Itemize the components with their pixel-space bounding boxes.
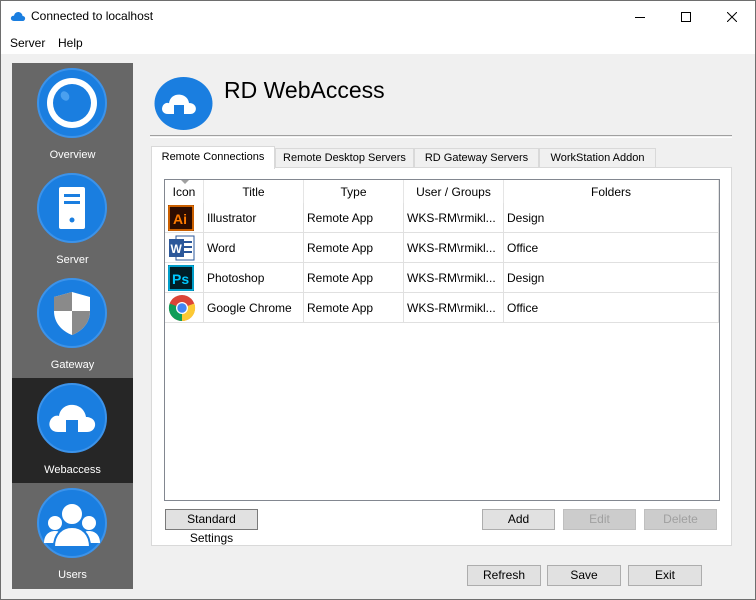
cell-type: Remote App: [304, 263, 404, 293]
column-header-label: Icon: [172, 185, 196, 199]
cell-title: Google Chrome: [204, 293, 304, 323]
cell-folders: Office: [504, 233, 719, 263]
tab-remote-desktop-servers[interactable]: Remote Desktop Servers: [275, 148, 414, 168]
tab-workstation-addon[interactable]: WorkStation Addon: [539, 148, 656, 168]
photoshop-icon: Ps: [168, 265, 194, 291]
cloud-icon: [49, 404, 96, 432]
shield-icon: [54, 292, 90, 335]
cell-type: Remote App: [304, 293, 404, 323]
sidebar: Overview Server Gateway Webaccess Users: [12, 63, 133, 589]
page-title: RD WebAccess: [224, 77, 385, 103]
table-row[interactable]: W Word Remote App WKS-RM\rmikl... Office: [165, 233, 719, 263]
connections-list[interactable]: Icon Title Type User / Groups Folders Ai…: [164, 179, 720, 501]
refresh-button[interactable]: Refresh: [467, 565, 541, 586]
column-header-folders[interactable]: Folders: [504, 180, 719, 204]
sidebar-item-server[interactable]: Server: [12, 168, 133, 273]
sidebar-item-users[interactable]: Users: [12, 483, 133, 588]
row-icon-cell: Ps: [165, 263, 204, 293]
list-header: Icon Title Type User / Groups Folders: [165, 180, 719, 204]
sort-arrow-icon: [181, 180, 189, 184]
title-bar[interactable]: Connected to localhost: [1, 1, 755, 32]
column-header-title[interactable]: Title: [204, 180, 304, 204]
tab-rd-gateway-servers[interactable]: RD Gateway Servers: [414, 148, 539, 168]
sidebar-item-label: Webaccess: [44, 464, 101, 476]
standard-settings-button[interactable]: Standard Settings: [165, 509, 258, 545]
maximize-icon: [681, 11, 691, 22]
close-button[interactable]: [709, 1, 755, 32]
remote-connections-panel: Icon Title Type User / Groups Folders Ai…: [151, 167, 732, 546]
header-divider: [150, 135, 732, 138]
server-icon: [59, 187, 85, 229]
server-circle: [37, 173, 107, 243]
row-icon-cell: W: [165, 233, 204, 263]
window-title: Connected to localhost: [31, 9, 154, 23]
cell-type: Remote App: [304, 233, 404, 263]
cell-title: Word: [204, 233, 304, 263]
minimize-button[interactable]: [617, 1, 663, 32]
chrome-icon: [168, 295, 196, 322]
tab-remote-connections[interactable]: Remote Connections: [151, 146, 275, 169]
column-header-icon[interactable]: Icon: [165, 180, 204, 204]
sidebar-item-overview[interactable]: Overview: [12, 63, 133, 168]
cell-type: Remote App: [304, 203, 404, 233]
column-header-users[interactable]: User / Groups: [404, 180, 504, 204]
row-icon-cell: [165, 293, 204, 323]
edit-button[interactable]: Edit: [563, 509, 636, 530]
menu-bar: Server Help: [1, 32, 755, 54]
save-button[interactable]: Save: [547, 565, 621, 586]
webaccess-circle: [37, 383, 107, 453]
cell-title: Photoshop: [204, 263, 304, 293]
sidebar-item-webaccess[interactable]: Webaccess: [12, 378, 133, 483]
cell-users: WKS-RM\rmikl...: [404, 203, 504, 233]
svg-text:W: W: [171, 242, 183, 256]
illustrator-icon: Ai: [168, 205, 194, 231]
users-icon: [44, 502, 100, 548]
sidebar-item-label: Overview: [49, 149, 96, 161]
cloud-icon: [10, 12, 26, 21]
sidebar-item-label: Gateway: [50, 359, 95, 371]
cell-users: WKS-RM\rmikl...: [404, 293, 504, 323]
exit-button[interactable]: Exit: [628, 565, 702, 586]
cell-folders: Design: [504, 203, 719, 233]
table-row[interactable]: Ps Photoshop Remote App WKS-RM\rmikl... …: [165, 263, 719, 293]
cell-title: Illustrator: [204, 203, 304, 233]
cell-folders: Design: [504, 263, 719, 293]
add-button[interactable]: Add: [482, 509, 555, 530]
sidebar-item-label: Server: [56, 254, 89, 266]
svg-text:Ps: Ps: [172, 271, 189, 287]
overview-circle: [37, 68, 107, 138]
menu-server[interactable]: Server: [10, 36, 45, 50]
cell-folders: Office: [504, 293, 719, 323]
maximize-button[interactable]: [663, 1, 709, 32]
minimize-icon: [635, 16, 645, 18]
main-window: Connected to localhost Server Help Overv…: [0, 0, 756, 600]
svg-text:Ai: Ai: [173, 211, 187, 227]
gateway-circle: [37, 278, 107, 348]
eye-icon: [47, 78, 97, 128]
word-icon: W: [169, 235, 195, 261]
menu-help[interactable]: Help: [58, 36, 83, 50]
close-icon: [727, 11, 737, 22]
delete-button[interactable]: Delete: [644, 509, 717, 530]
column-header-type[interactable]: Type: [304, 180, 404, 204]
table-row[interactable]: Ai Illustrator Remote App WKS-RM\rmikl..…: [165, 203, 719, 233]
cell-users: WKS-RM\rmikl...: [404, 233, 504, 263]
row-icon-cell: Ai: [165, 203, 204, 233]
sidebar-item-gateway[interactable]: Gateway: [12, 273, 133, 378]
rd-webaccess-logo-icon: [154, 77, 213, 130]
cell-users: WKS-RM\rmikl...: [404, 263, 504, 293]
sidebar-item-label: Users: [58, 569, 87, 581]
users-circle: [37, 488, 107, 558]
table-row[interactable]: Google Chrome Remote App WKS-RM\rmikl...…: [165, 293, 719, 323]
